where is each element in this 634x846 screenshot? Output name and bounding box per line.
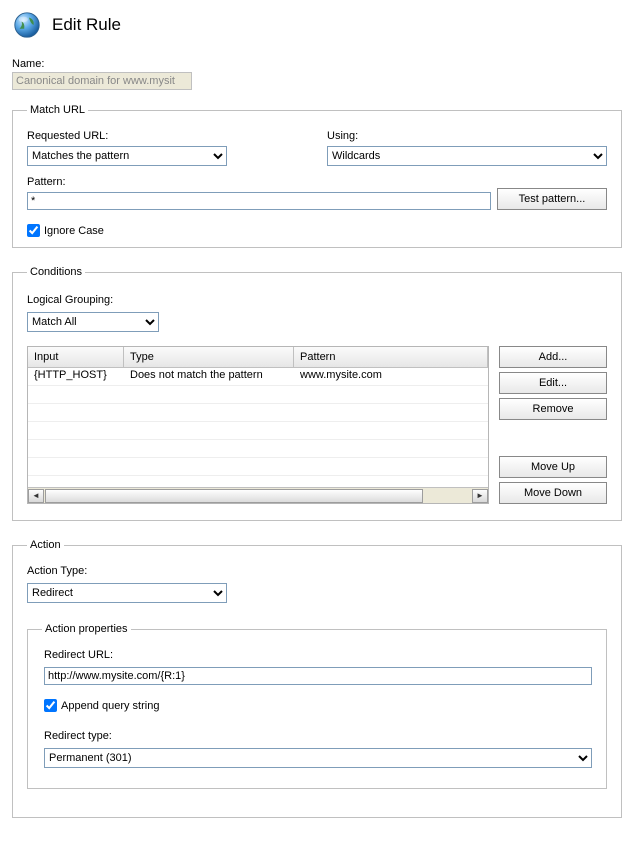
redirect-url-label: Redirect URL:	[44, 649, 592, 661]
action-properties-group: Action properties Redirect URL: Append q…	[27, 623, 607, 789]
table-row[interactable]: {HTTP_HOST} Does not match the pattern w…	[28, 368, 488, 386]
test-pattern-button[interactable]: Test pattern...	[497, 188, 607, 210]
action-properties-legend: Action properties	[42, 623, 131, 635]
page-title: Edit Rule	[52, 15, 121, 35]
redirect-type-select[interactable]: Permanent (301)	[44, 748, 592, 768]
scroll-right-icon[interactable]: ►	[472, 489, 488, 503]
ignore-case-label: Ignore Case	[44, 225, 104, 237]
col-input[interactable]: Input	[28, 347, 124, 367]
match-url-legend: Match URL	[27, 104, 88, 116]
action-group: Action Action Type: Redirect Action prop…	[12, 539, 622, 818]
action-type-select[interactable]: Redirect	[27, 583, 227, 603]
using-label: Using:	[327, 130, 607, 142]
logical-grouping-select[interactable]: Match All	[27, 312, 159, 332]
table-row[interactable]	[28, 458, 488, 476]
requested-url-select[interactable]: Matches the pattern	[27, 146, 227, 166]
redirect-type-label: Redirect type:	[44, 730, 592, 742]
cell-input: {HTTP_HOST}	[28, 368, 124, 385]
add-button[interactable]: Add...	[499, 346, 607, 368]
scroll-thumb[interactable]	[45, 489, 423, 503]
globe-icon	[12, 10, 42, 40]
append-query-checkbox[interactable]	[44, 699, 57, 712]
name-input[interactable]	[12, 72, 192, 90]
move-down-button[interactable]: Move Down	[499, 482, 607, 504]
conditions-group: Conditions Logical Grouping: Match All I…	[12, 266, 622, 521]
name-label: Name:	[12, 58, 622, 70]
scroll-left-icon[interactable]: ◄	[28, 489, 44, 503]
redirect-url-input[interactable]	[44, 667, 592, 685]
table-row[interactable]	[28, 440, 488, 458]
page-header: Edit Rule	[12, 10, 622, 40]
using-select[interactable]: Wildcards	[327, 146, 607, 166]
table-row[interactable]	[28, 386, 488, 404]
ignore-case-checkbox[interactable]	[27, 224, 40, 237]
col-type[interactable]: Type	[124, 347, 294, 367]
match-url-group: Match URL Requested URL: Matches the pat…	[12, 104, 622, 248]
cell-type: Does not match the pattern	[124, 368, 294, 385]
horizontal-scrollbar[interactable]: ◄ ►	[28, 487, 488, 503]
logical-grouping-label: Logical Grouping:	[27, 294, 607, 306]
cell-pattern: www.mysite.com	[294, 368, 488, 385]
requested-url-label: Requested URL:	[27, 130, 307, 142]
conditions-legend: Conditions	[27, 266, 85, 278]
pattern-input[interactable]	[27, 192, 491, 210]
grid-header: Input Type Pattern	[28, 347, 488, 368]
table-row[interactable]	[28, 422, 488, 440]
action-type-label: Action Type:	[27, 565, 607, 577]
edit-button[interactable]: Edit...	[499, 372, 607, 394]
col-pattern[interactable]: Pattern	[294, 347, 488, 367]
move-up-button[interactable]: Move Up	[499, 456, 607, 478]
name-field: Name:	[12, 58, 622, 90]
action-legend: Action	[27, 539, 64, 551]
conditions-grid[interactable]: Input Type Pattern {HTTP_HOST} Does not …	[27, 346, 489, 504]
append-query-label: Append query string	[61, 700, 159, 712]
table-row[interactable]	[28, 404, 488, 422]
pattern-label: Pattern:	[27, 176, 491, 188]
remove-button[interactable]: Remove	[499, 398, 607, 420]
